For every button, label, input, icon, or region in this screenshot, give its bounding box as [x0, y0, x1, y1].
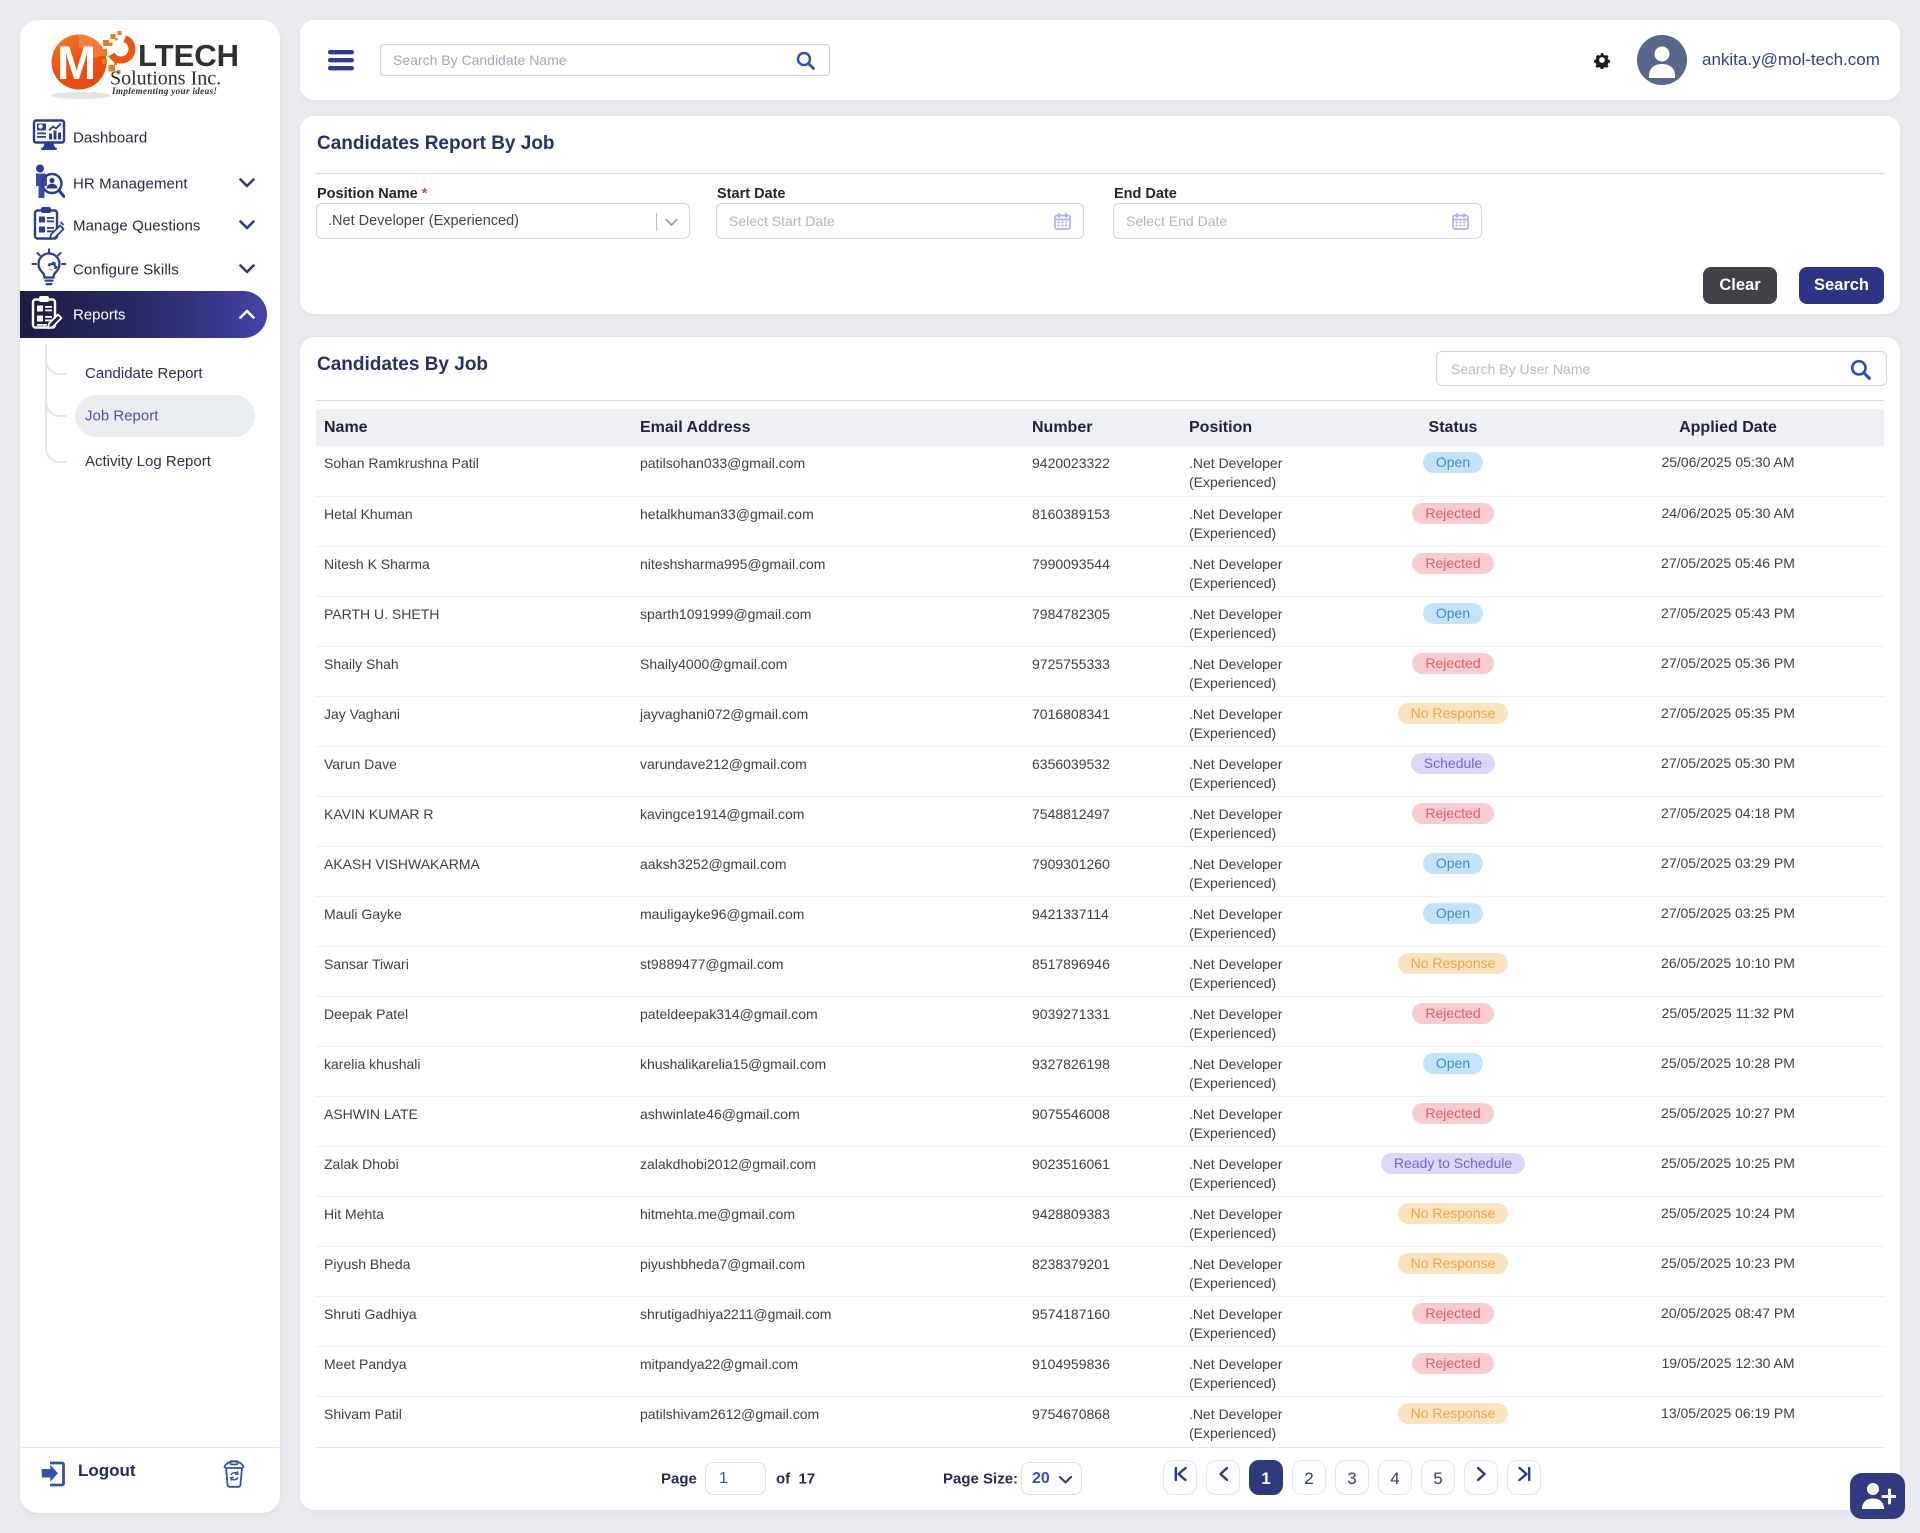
- svg-text:M: M: [57, 36, 96, 89]
- svg-text:Implementing your ideas!: Implementing your ideas!: [111, 86, 217, 96]
